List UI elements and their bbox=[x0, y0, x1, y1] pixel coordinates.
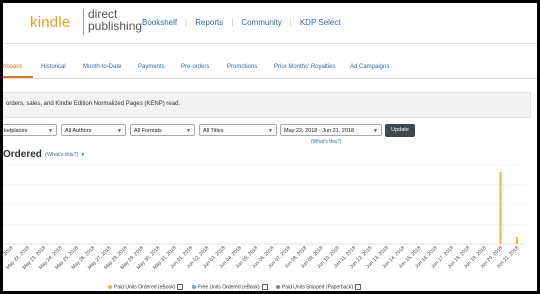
formats-select[interactable]: All Formats ▼ bbox=[130, 124, 195, 136]
tab-month-to-date[interactable]: Month-to-Date bbox=[83, 56, 121, 77]
main-nav: Bookshelf | Reports | Community | KDP Select bbox=[142, 18, 341, 27]
legend-dot-icon bbox=[108, 285, 112, 289]
legend-dot-icon bbox=[191, 285, 196, 289]
tab-ad-campaigns[interactable]: Ad Campaigns bbox=[350, 56, 389, 77]
logo-dp-line2: publishing bbox=[88, 19, 143, 33]
nav-separator: | bbox=[185, 18, 188, 27]
date-range-help-link[interactable]: (What's this?) bbox=[311, 139, 341, 145]
nav-separator: | bbox=[289, 18, 292, 27]
legend-dot-icon bbox=[275, 285, 280, 289]
nav-reports[interactable]: Reports bbox=[195, 18, 223, 27]
chart-help-link[interactable]: (What's this?) ▾ bbox=[45, 152, 84, 158]
nav-separator: | bbox=[231, 18, 234, 27]
logo-divider bbox=[83, 9, 84, 35]
report-tabs: hboard Historical Month-to-Date Payments… bbox=[3, 56, 537, 79]
legend-label: Free Units Ordered (eBook) bbox=[197, 284, 260, 291]
legend-item-free-ebook[interactable]: Free Units Ordered (eBook) bbox=[191, 284, 268, 291]
chart-help-text: (What's this?) bbox=[45, 152, 79, 158]
nav-kdp-select[interactable]: KDP Select bbox=[300, 18, 341, 27]
checkbox-icon[interactable] bbox=[177, 284, 184, 290]
logo-dp-text: direct publishing bbox=[88, 8, 142, 32]
authors-select[interactable]: All Authors ▼ bbox=[61, 124, 126, 136]
checkbox-icon[interactable] bbox=[355, 284, 362, 290]
filter-bar: ketplaces ▼ All Authors ▼ All Formats ▼ … bbox=[3, 124, 537, 138]
units-ordered-chart: May 21, 2018May 22, 2018May 23, 2018May … bbox=[3, 164, 525, 271]
chevron-down-icon: ▼ bbox=[268, 128, 273, 134]
legend-label: Paid Units Shipped (Paperback) bbox=[281, 284, 354, 291]
marketplace-value: ketplaces bbox=[4, 128, 28, 134]
nav-bookshelf[interactable]: Bookshelf bbox=[142, 18, 177, 27]
chevron-down-icon: ▼ bbox=[117, 128, 122, 134]
titles-select[interactable]: All Titles ▼ bbox=[199, 124, 277, 136]
legend-item-paid-ebook[interactable]: Paid Units Ordered (eBook) bbox=[108, 284, 184, 291]
legend-label: Paid Units Ordered (eBook) bbox=[114, 284, 176, 291]
checkbox-icon[interactable] bbox=[261, 284, 268, 290]
top-header: kindle direct publishing Bookshelf | Repor… bbox=[3, 3, 537, 44]
chart-bar[interactable] bbox=[499, 172, 502, 244]
tab-prior-months-royalties[interactable]: Prior Months' Royalties bbox=[274, 56, 336, 77]
chart-title: Ordered bbox=[3, 149, 42, 160]
chevron-down-icon: ▾ bbox=[81, 152, 85, 158]
chevron-down-icon: ▼ bbox=[186, 128, 191, 134]
tab-promotions[interactable]: Promotions bbox=[227, 56, 257, 77]
authors-value: All Authors bbox=[65, 128, 92, 134]
chevron-down-icon: ▼ bbox=[48, 128, 53, 134]
date-range-value: May 22, 2018 - Jun 21, 2018 bbox=[284, 128, 355, 134]
tab-pre-orders[interactable]: Pre-orders bbox=[181, 56, 209, 77]
active-tab-indicator bbox=[3, 76, 33, 78]
chart-bar[interactable] bbox=[515, 236, 518, 244]
chevron-down-icon: ▼ bbox=[373, 128, 378, 134]
update-button[interactable]: Update bbox=[385, 124, 415, 137]
legend-item-paid-paperback[interactable]: Paid Units Shipped (Paperback) bbox=[275, 284, 362, 291]
tab-payments[interactable]: Payments bbox=[138, 56, 165, 77]
info-text: orders, sales, and Kindle Edition Normal… bbox=[6, 101, 181, 107]
chart-legend: Paid Units Ordered (eBook) Free Units Or… bbox=[108, 284, 368, 290]
tab-historical[interactable]: Historical bbox=[41, 56, 66, 77]
nav-community[interactable]: Community bbox=[241, 18, 281, 27]
logo-kindle-text: kindle bbox=[30, 14, 71, 31]
app-frame: kindle direct publishing Bookshelf | Repor… bbox=[3, 3, 537, 291]
formats-value: All Formats bbox=[134, 128, 162, 134]
marketplace-select[interactable]: ketplaces ▼ bbox=[3, 124, 57, 136]
tab-dashboard[interactable]: hboard bbox=[3, 56, 22, 77]
info-banner: orders, sales, and Kindle Edition Normal… bbox=[3, 92, 531, 118]
date-range-select[interactable]: May 22, 2018 - Jun 21, 2018 ▼ bbox=[280, 124, 382, 136]
titles-value: All Titles bbox=[203, 128, 224, 134]
